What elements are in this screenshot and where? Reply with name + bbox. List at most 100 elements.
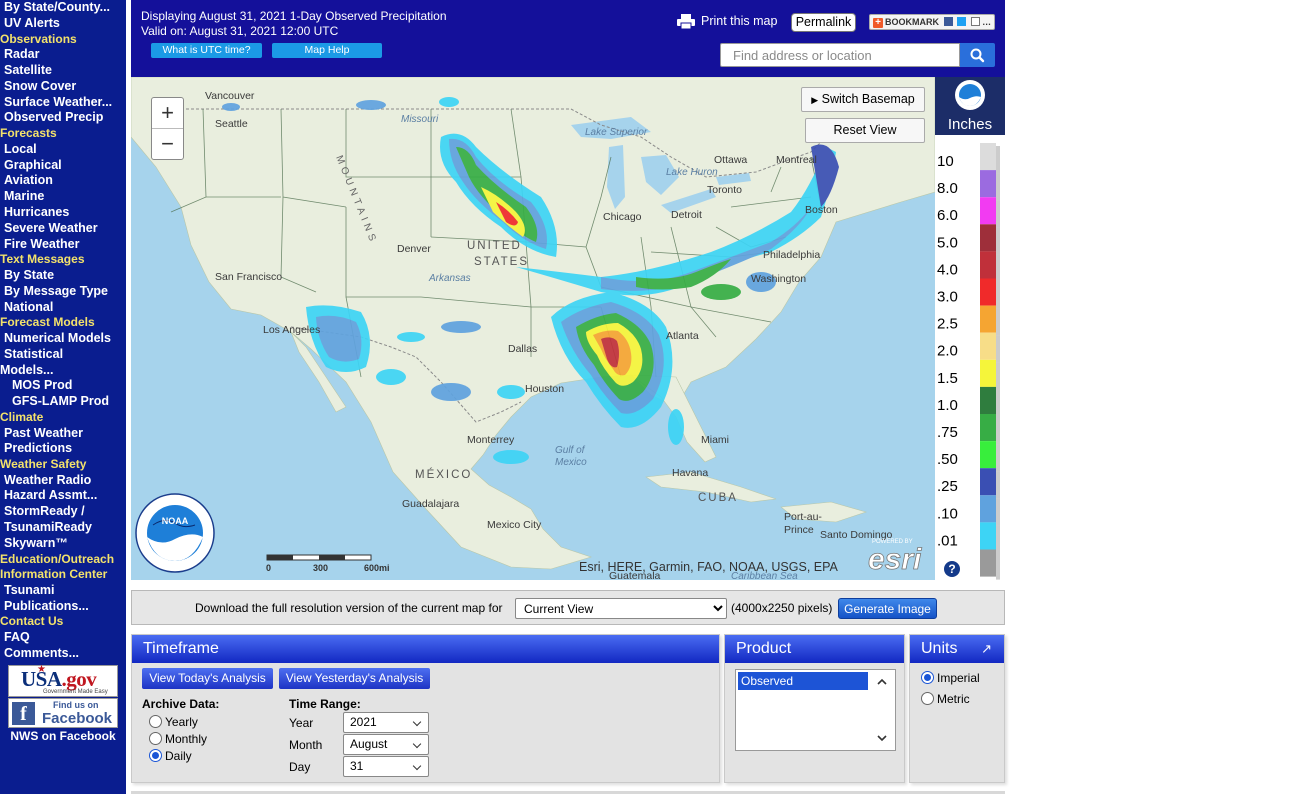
nav-link[interactable]: Weather Radio [0,473,126,489]
permalink-button[interactable]: Permalink [791,13,856,32]
nav-link[interactable]: MOS Prod [0,378,126,394]
download-pixels: (4000x2250 pixels) [731,601,833,615]
units-imperial-radio[interactable] [921,671,934,684]
scale-label-0: 0 [266,563,271,573]
legend-swatch [980,386,996,414]
search-button[interactable] [960,43,995,67]
legend-swatch [980,414,996,442]
facebook-label: Facebook [42,710,113,727]
timeframe-panel: Timeframe View Today's Analysis View Yes… [131,634,720,783]
nav-link[interactable]: Statistical [0,347,126,363]
month-select[interactable]: August [343,734,429,755]
view-yesterday-button[interactable]: View Yesterday's Analysis [279,668,430,689]
nav-link[interactable]: Comments... [0,646,126,662]
nav-link[interactable]: Predictions [0,441,126,457]
nws-on-facebook-link[interactable]: NWS on Facebook [0,729,126,743]
nav-link[interactable]: UV Alerts [0,16,126,32]
bookmark-button[interactable]: + BOOKMARK … [869,14,995,30]
nav-link[interactable]: Local [0,142,126,158]
archive-monthly-radio[interactable] [149,732,162,745]
print-map-link[interactable]: Print this map [677,11,777,31]
generate-image-button[interactable]: Generate Image [838,598,937,619]
nav-link[interactable]: Observed Precip [0,110,126,126]
map-label: Mexico City [487,519,542,531]
legend-help-button[interactable]: ? [944,561,960,577]
nav-link[interactable]: FAQ [0,630,126,646]
nav-link[interactable]: By State/County... [0,0,126,16]
twitter-share-icon [957,17,967,26]
nav-link[interactable]: Past Weather [0,426,126,442]
time-range-label: Time Range: [289,697,361,711]
switch-basemap-button[interactable]: ▶ Switch Basemap [801,87,925,112]
left-navigation: By State/County... UV Alerts Observations R… [0,0,126,794]
nav-list: By State/County... UV Alerts Observations R… [0,0,126,662]
nav-link[interactable]: Snow Cover [0,79,126,95]
nav-link[interactable]: Models... [0,363,126,379]
usa-gov-badge[interactable]: ★ USA.gov Government Made Easy [8,664,118,697]
nav-link[interactable]: Aviation [0,173,126,189]
legend-swatch-shadow [996,227,1000,255]
archive-yearly-label: Yearly [165,715,198,729]
map-label: Detroit [671,209,702,221]
print-map-label: Print this map [701,14,778,28]
nav-link[interactable]: Radar [0,47,126,63]
esri-powered-by: POWERED BY [872,539,913,545]
product-list[interactable]: Observed [735,669,896,751]
archive-daily-label: Daily [165,749,192,763]
nav-link[interactable]: National [0,300,126,316]
nav-link[interactable]: Fire Weather [0,237,126,253]
legend-swatch [980,251,996,279]
map-label: Vancouver [205,90,255,102]
nav-link[interactable]: Publications... [0,599,126,615]
nav-link[interactable]: Severe Weather [0,221,126,237]
nav-section-heading: Forecast Models [0,315,95,330]
legend-swatch [980,278,996,306]
day-select[interactable]: 31 [343,756,429,777]
zoom-out-button[interactable]: − [152,129,183,160]
map-help-button[interactable]: Map Help [272,43,382,58]
download-extent-select[interactable]: Current View [515,598,727,619]
legend-label: 1.5 [937,370,958,387]
nav-link[interactable]: Marine [0,189,126,205]
legend-swatch-shadow [996,471,1000,499]
expand-icon[interactable]: ↗ [981,635,992,663]
year-select[interactable]: 2021 [343,712,429,733]
nav-link[interactable]: Hurricanes [0,205,126,221]
nav-section-heading: Observations [0,31,77,46]
utc-time-button[interactable]: What is UTC time? [151,43,262,58]
archive-monthly-label: Monthly [165,732,208,746]
nav-link[interactable]: Surface Weather... [0,95,126,111]
map-label: Washington [751,273,806,285]
legend-swatch [980,359,996,387]
facebook-badge[interactable]: f Find us on Facebook [8,698,118,728]
zoom-in-button[interactable]: + [152,98,183,129]
nav-link[interactable]: Graphical [0,158,126,174]
legend-swatch [980,495,996,523]
legend-swatch [980,332,996,360]
nav-link[interactable]: StormReady / [0,504,126,520]
precipitation-map[interactable]: Vancouver Seattle Missouri Lake Superior Ott… [131,77,935,580]
legend-swatch-shadow [996,498,1000,526]
archive-daily-radio[interactable] [149,749,162,762]
nav-link[interactable]: TsunamiReady [0,520,126,536]
nav-link[interactable]: GFS-LAMP Prod [0,394,126,410]
nav-link[interactable]: Skywarn™ [0,536,126,552]
scroll-down-icon[interactable] [876,732,888,744]
nav-link[interactable]: Numerical Models [0,331,126,347]
nav-link[interactable]: By Message Type [0,284,126,300]
archive-yearly-radio[interactable] [149,715,162,728]
units-metric-radio[interactable] [921,692,934,705]
map-canvas[interactable]: Vancouver Seattle Missouri Lake Superior Ott… [131,77,935,580]
nav-link[interactable]: By State [0,268,126,284]
legend-swatch [980,522,996,550]
nav-section-heading: Climate [0,409,44,424]
nav-link[interactable]: Tsunami [0,583,126,599]
view-today-button[interactable]: View Today's Analysis [142,668,273,689]
scroll-up-icon[interactable] [876,676,888,688]
reset-view-button[interactable]: Reset View [805,118,925,143]
nav-link[interactable]: Hazard Assmt... [0,488,126,504]
nav-link[interactable]: Satellite [0,63,126,79]
product-option-observed[interactable]: Observed [738,672,868,690]
location-search-input[interactable] [720,43,960,67]
archive-data-label: Archive Data: [142,697,220,711]
